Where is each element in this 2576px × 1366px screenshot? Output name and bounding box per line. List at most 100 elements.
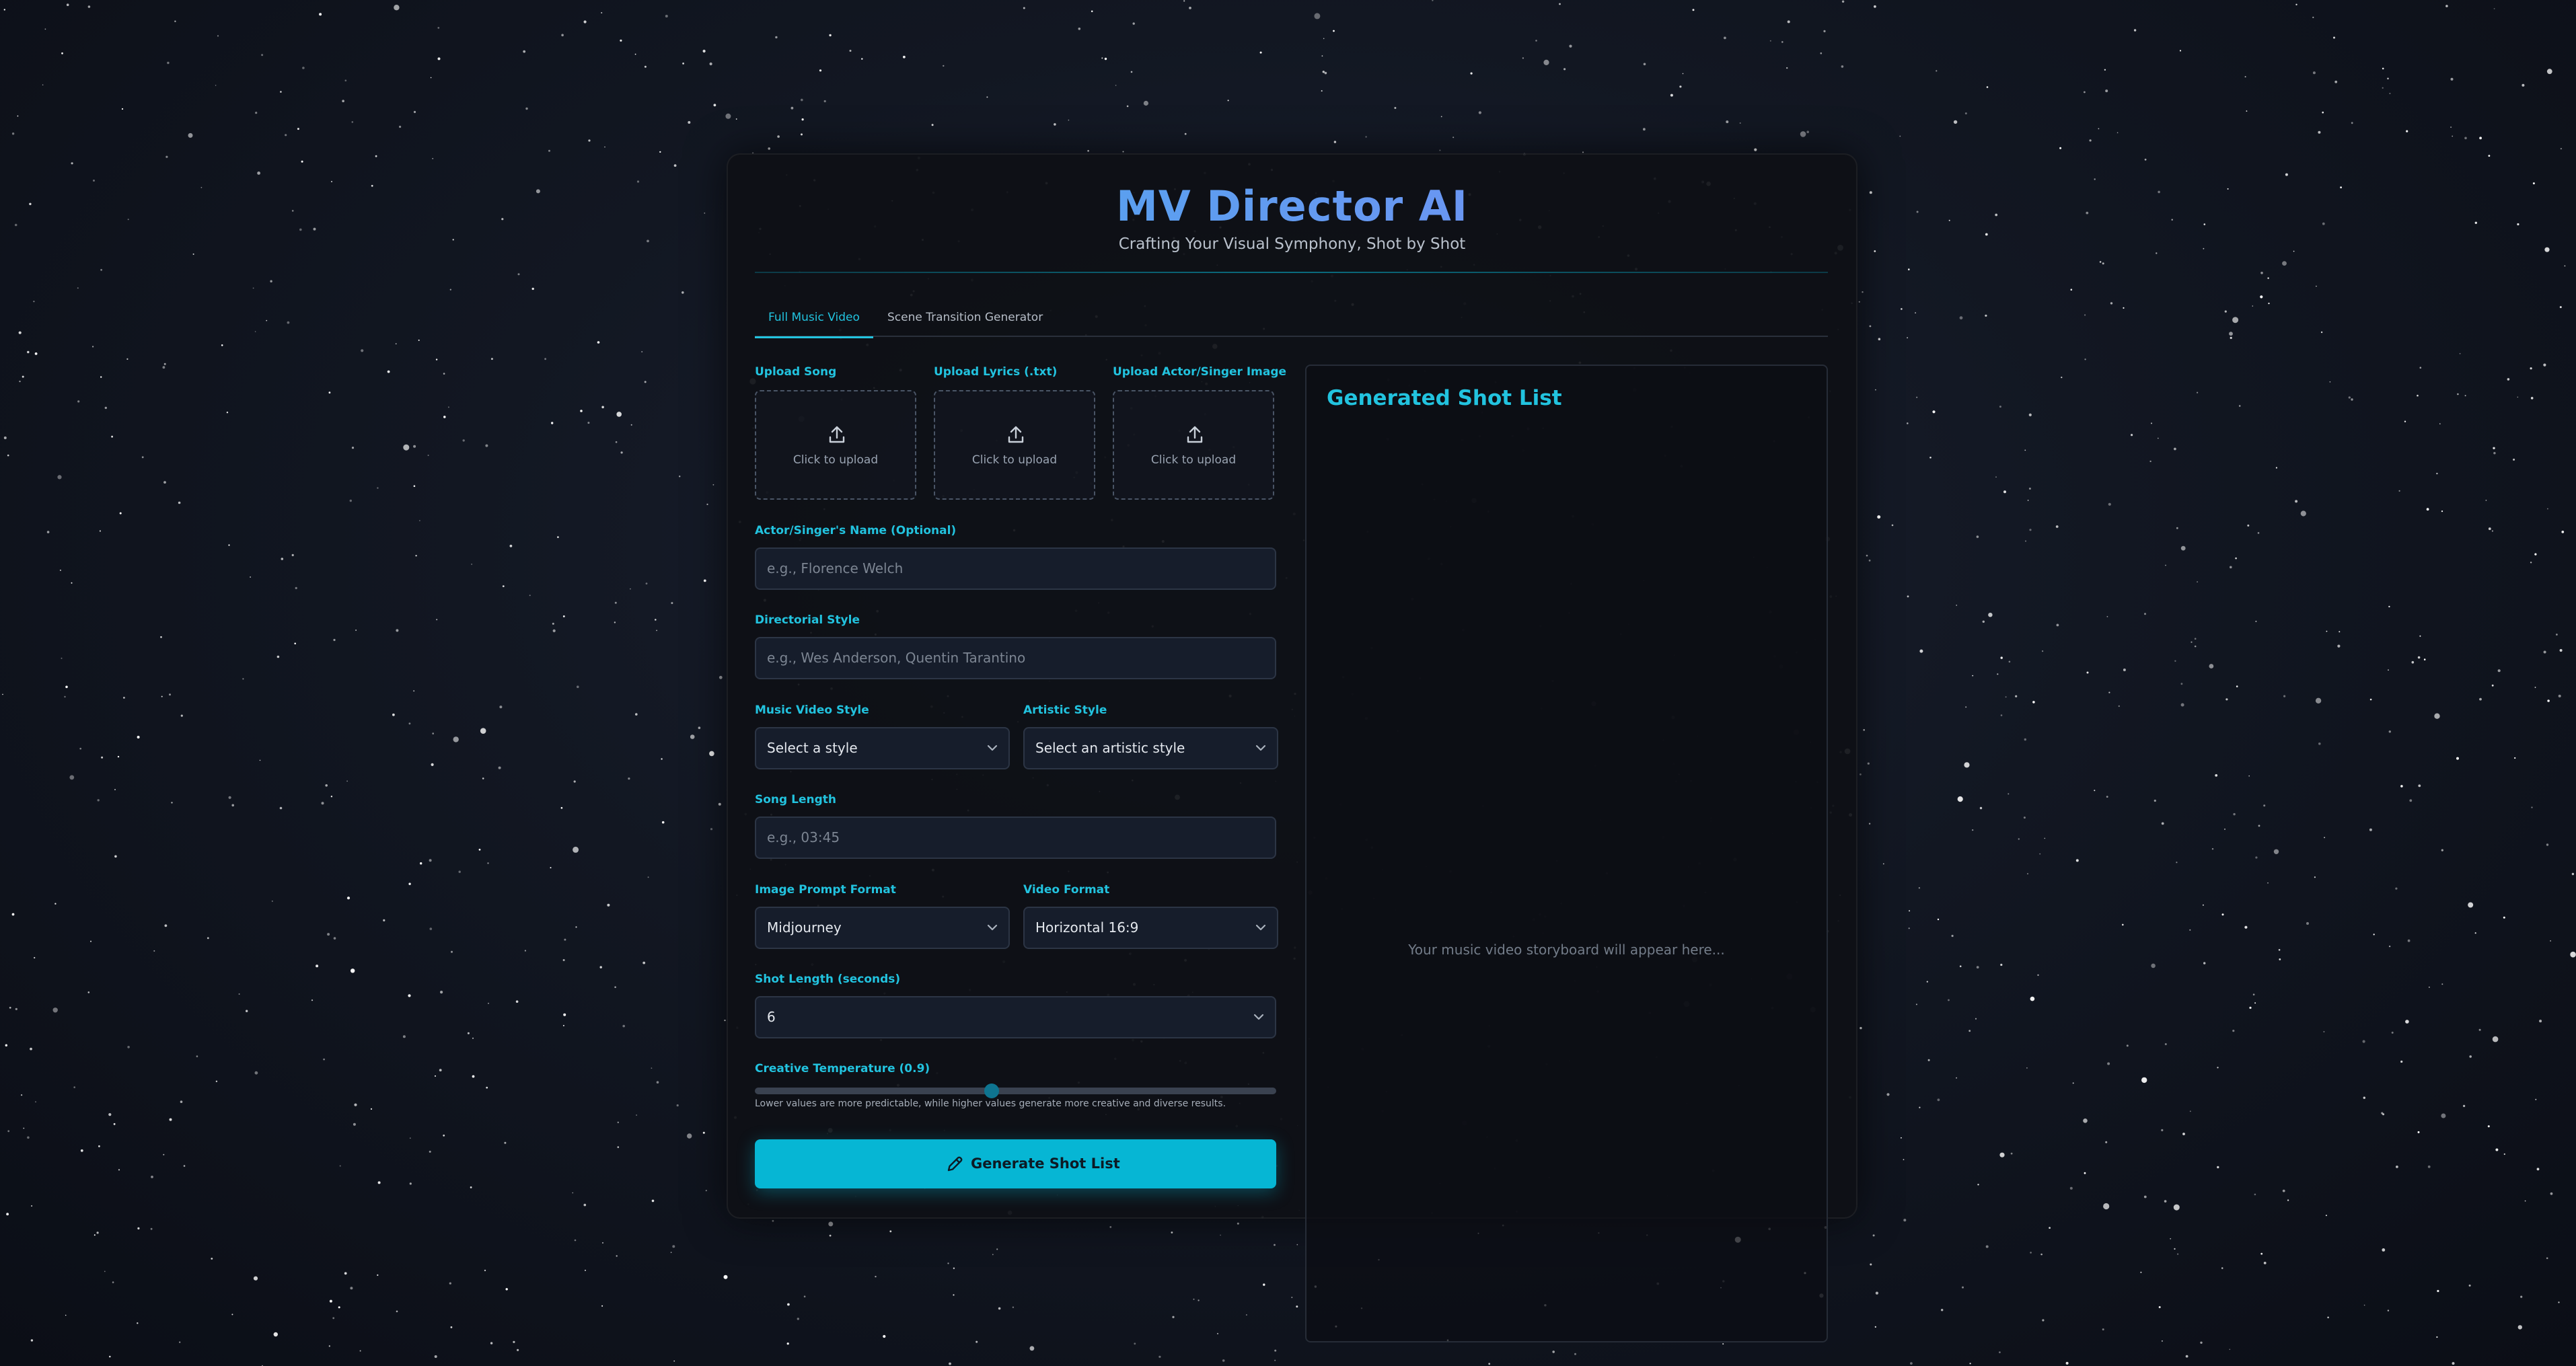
star <box>1997 673 1999 675</box>
song-length-input[interactable]: e.g., 03:45 <box>755 817 1276 859</box>
actor-name-input[interactable]: e.g., Florence Welch <box>755 547 1276 590</box>
star <box>849 50 852 52</box>
star <box>2227 188 2229 190</box>
star <box>573 780 576 783</box>
star <box>1227 100 1229 102</box>
star <box>2018 838 2020 840</box>
star <box>2176 862 2178 864</box>
upload-actor-image-dropzone[interactable]: Click to upload <box>1113 390 1274 500</box>
star <box>560 806 563 809</box>
star <box>2059 147 2062 149</box>
star <box>2485 500 2487 501</box>
star <box>420 862 422 865</box>
star <box>2314 876 2316 878</box>
music-video-style-select[interactable]: Select a style <box>755 727 1010 769</box>
star <box>2539 1020 2542 1023</box>
star <box>525 107 528 110</box>
creative-temperature-slider[interactable] <box>755 1088 1276 1094</box>
star <box>432 157 434 159</box>
star <box>118 1169 120 1171</box>
star <box>2503 1153 2505 1155</box>
shot-length-select[interactable]: 6 <box>755 996 1276 1038</box>
star <box>77 287 79 289</box>
star <box>1874 1326 1876 1328</box>
star <box>2452 1362 2455 1365</box>
star <box>2229 332 2233 336</box>
star <box>2492 1036 2499 1042</box>
star <box>2409 799 2413 802</box>
upload-lyrics-dropzone[interactable]: Click to upload <box>934 390 1095 500</box>
star <box>1333 141 1337 143</box>
star <box>1863 729 1865 731</box>
star <box>572 1192 574 1194</box>
star <box>20 1094 23 1096</box>
star <box>2547 508 2548 510</box>
star <box>2174 660 2176 662</box>
star <box>1522 57 1524 59</box>
star <box>1109 1226 1112 1228</box>
star <box>803 1295 806 1297</box>
star <box>1918 887 1921 889</box>
star <box>1198 1299 1200 1301</box>
star <box>2030 1252 2032 1254</box>
star <box>228 796 231 799</box>
star <box>2382 67 2384 70</box>
generate-shot-list-button[interactable]: Generate Shot List <box>755 1139 1276 1188</box>
video-format-select[interactable]: Horizontal 16:9 <box>1023 907 1278 949</box>
image-prompt-format-select[interactable]: Midjourney <box>755 907 1010 949</box>
tab-full-music-video[interactable]: Full Music Video <box>755 304 873 338</box>
star <box>1982 620 1985 623</box>
star <box>280 91 282 93</box>
directorial-style-input[interactable]: e.g., Wes Anderson, Quentin Tarantino <box>755 637 1276 679</box>
star <box>2158 1306 2161 1308</box>
star <box>2161 822 2164 825</box>
star <box>2268 303 2270 305</box>
star <box>686 1133 692 1139</box>
star <box>2257 532 2260 534</box>
star <box>2032 701 2035 704</box>
star <box>330 796 333 798</box>
star <box>2225 698 2228 701</box>
upload-song-dropzone[interactable]: Click to upload <box>755 390 916 500</box>
star <box>536 189 540 194</box>
star <box>437 57 441 61</box>
star <box>111 435 114 438</box>
star <box>408 882 411 885</box>
star <box>2217 1166 2219 1169</box>
star <box>354 1103 357 1106</box>
star <box>1860 1026 1862 1030</box>
star <box>2084 91 2086 93</box>
star <box>1977 1184 1979 1186</box>
star <box>59 569 61 571</box>
star <box>431 763 434 766</box>
star <box>2000 963 2003 966</box>
star <box>2254 1002 2256 1004</box>
star <box>338 1306 340 1309</box>
tab-scene-transition-generator[interactable]: Scene Transition Generator <box>887 304 1043 336</box>
star <box>46 531 50 533</box>
star <box>1158 1355 1161 1358</box>
star <box>682 291 684 294</box>
star <box>471 564 472 565</box>
upload-actor-image-text: Click to upload <box>1150 453 1237 467</box>
star <box>2419 367 2422 369</box>
star <box>499 706 503 709</box>
artistic-style-select[interactable]: Select an artistic style <box>1023 727 1278 769</box>
star <box>429 927 433 930</box>
star <box>2559 649 2563 652</box>
creative-temperature-slider-thumb[interactable] <box>984 1084 999 1098</box>
actor-name-label: Actor/Singer's Name (Optional) <box>755 524 957 537</box>
star <box>29 202 32 205</box>
star <box>297 128 299 130</box>
star <box>2439 423 2441 424</box>
star <box>1692 9 1695 11</box>
star <box>169 1118 172 1121</box>
star <box>96 1231 99 1234</box>
star <box>2325 1215 2327 1217</box>
star <box>242 678 244 680</box>
star <box>2252 305 2254 307</box>
star <box>1868 823 1871 825</box>
star <box>2255 620 2257 622</box>
star <box>2429 987 2430 988</box>
star <box>183 1165 186 1167</box>
